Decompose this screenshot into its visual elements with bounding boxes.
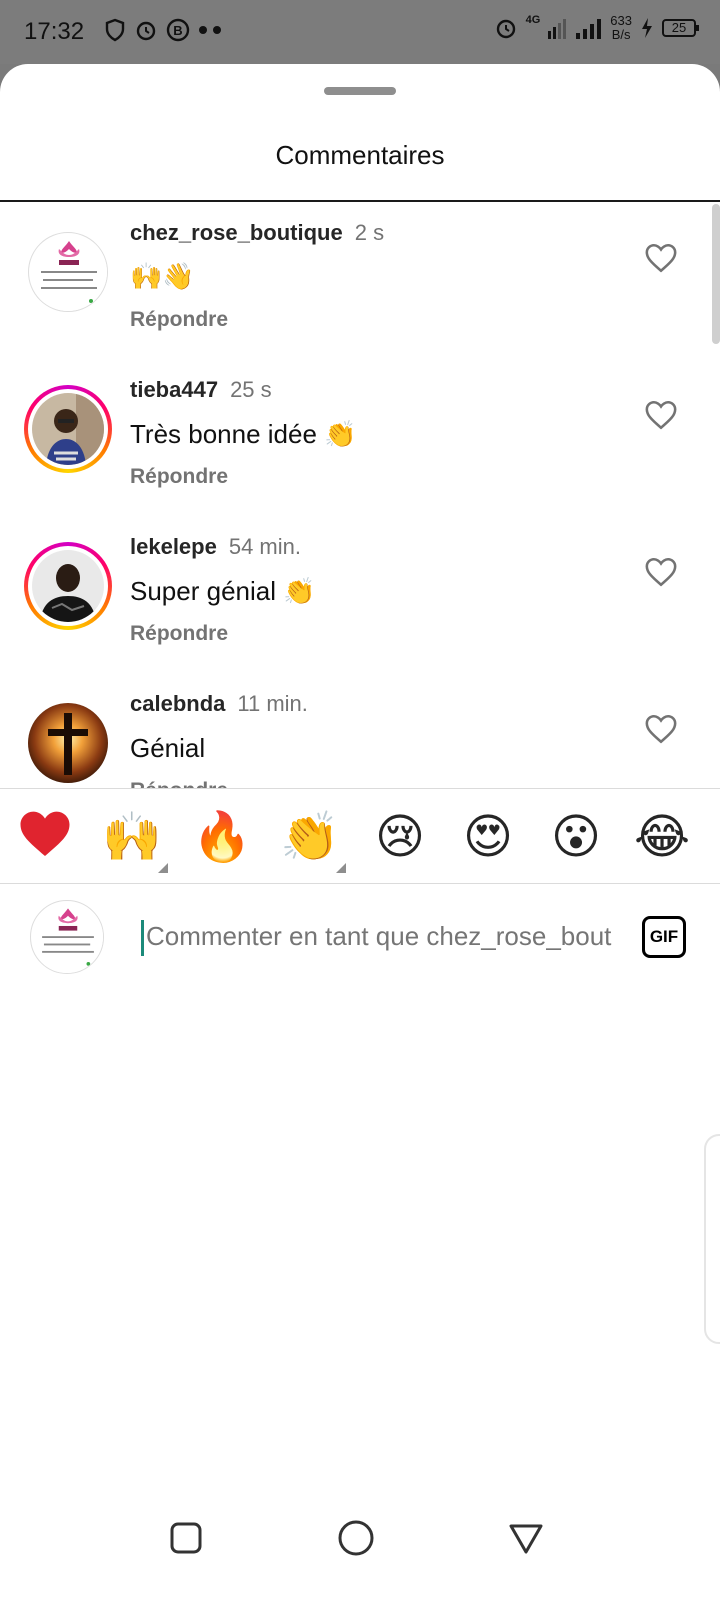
username-text: calebnda [130,691,226,716]
back-icon[interactable] [506,1518,546,1558]
speed-value: 633 [610,13,632,28]
clapping-hands-emoji-button[interactable]: 👏 [280,807,340,867]
b-circle-icon: B [166,18,190,42]
laughing-face-emoji-button[interactable]: 😂 [632,807,692,867]
username-text: chez_rose_boutique [130,220,343,245]
network-speed: 633 B/s [610,14,632,42]
skin-tone-indicator [158,863,168,873]
skin-tone-indicator [336,863,346,873]
avatar[interactable] [24,542,112,630]
rose-logo-icon [31,901,103,973]
comment-text: 🙌👋 [130,262,195,292]
comment-username[interactable]: calebnda 11 min. [130,691,308,717]
comment-item: tieba447 25 s Très bonne idée 👏 Répondre [0,359,720,515]
signal-icon [548,19,567,39]
alarm-icon [136,21,156,41]
comment-item: chez_rose_boutique 2 s 🙌👋 Répondre [0,202,720,358]
comment-text: Super génial 👏 [130,576,316,606]
username-text: lekelepe [130,534,217,559]
rose-logo-icon [28,232,108,312]
comment-input[interactable] [142,914,612,958]
crying-face-emoji-button[interactable]: 😢 [370,807,430,867]
heart-eyes-emoji-button[interactable]: 😍 [458,807,518,867]
gif-button[interactable]: GIF [642,916,686,958]
avatar[interactable] [24,385,112,473]
shield-icon [105,18,125,42]
comment-username[interactable]: lekelepe 54 min. [130,534,301,560]
comments-sheet: Commentaires chez_rose_boutique 2 s 🙌👋 R… [0,64,720,1600]
heart-icon[interactable] [644,242,678,274]
status-right-icons: 4G 633 B/s 25 [494,14,699,42]
comments-list[interactable]: chez_rose_boutique 2 s 🙌👋 Répondre tieba… [0,202,720,788]
system-nav-bar [0,1500,720,1600]
surprised-face-emoji-button[interactable]: 😮 [546,807,606,867]
quick-reactions-bar: 🙌 🔥 👏 😢 😍 😮 😂 [0,789,720,883]
scrollbar[interactable] [712,204,720,344]
comment-input-row: GIF [0,884,720,994]
reply-button[interactable]: Répondre [130,622,228,646]
drag-handle[interactable] [324,87,396,95]
charging-icon [642,18,652,38]
cross-sunset-icon [28,703,108,783]
status-left-icons: B [104,18,224,42]
home-icon[interactable] [336,1518,376,1558]
red-heart-icon [20,811,70,856]
comment-time: 54 min. [228,534,301,559]
reply-button[interactable]: Répondre [130,308,228,332]
comment-time: 11 min. [237,691,308,716]
comment-time: 2 s [354,220,385,245]
username-text: tieba447 [130,377,219,402]
status-bar: 17:32 B 4G 633 B/s 25 [0,0,720,64]
speed-unit: B/s [611,27,631,42]
edge-panel-handle[interactable] [704,1134,720,1344]
comment-item: lekelepe 54 min. Super génial 👏 Répondre [0,516,720,672]
heart-icon[interactable] [644,713,678,745]
network-type: 4G [525,14,541,26]
recent-apps-icon[interactable] [166,1518,206,1558]
reply-button[interactable]: Répondre [130,779,228,788]
comment-username[interactable]: tieba447 25 s [130,377,272,403]
svg-text:B: B [173,23,182,38]
avatar[interactable] [24,228,112,316]
signal-icon [576,19,602,39]
person-photo-icon [32,393,104,465]
more-dots-icon [199,26,221,34]
battery-icon: 25 [662,19,699,37]
comment-item: calebnda 11 min. Génial Répondre [0,673,720,788]
heart-icon[interactable] [644,556,678,588]
sheet-title: Commentaires [275,140,445,170]
reply-button[interactable]: Répondre [130,465,228,489]
comment-time: 25 s [230,377,272,402]
current-user-avatar [30,900,104,974]
heart-icon[interactable] [644,399,678,431]
raising-hands-emoji-button[interactable]: 🙌 [102,807,162,867]
heart-emoji-button[interactable] [15,807,75,867]
comment-text: Génial [130,733,206,763]
person-photo-icon [32,550,104,622]
status-time: 17:32 [24,18,85,45]
comment-username[interactable]: chez_rose_boutique 2 s [130,220,384,246]
alarm-icon [496,19,515,39]
comment-text: Très bonne idée 👏 [130,419,357,449]
fire-emoji-button[interactable]: 🔥 [192,807,252,867]
avatar[interactable] [24,699,112,787]
